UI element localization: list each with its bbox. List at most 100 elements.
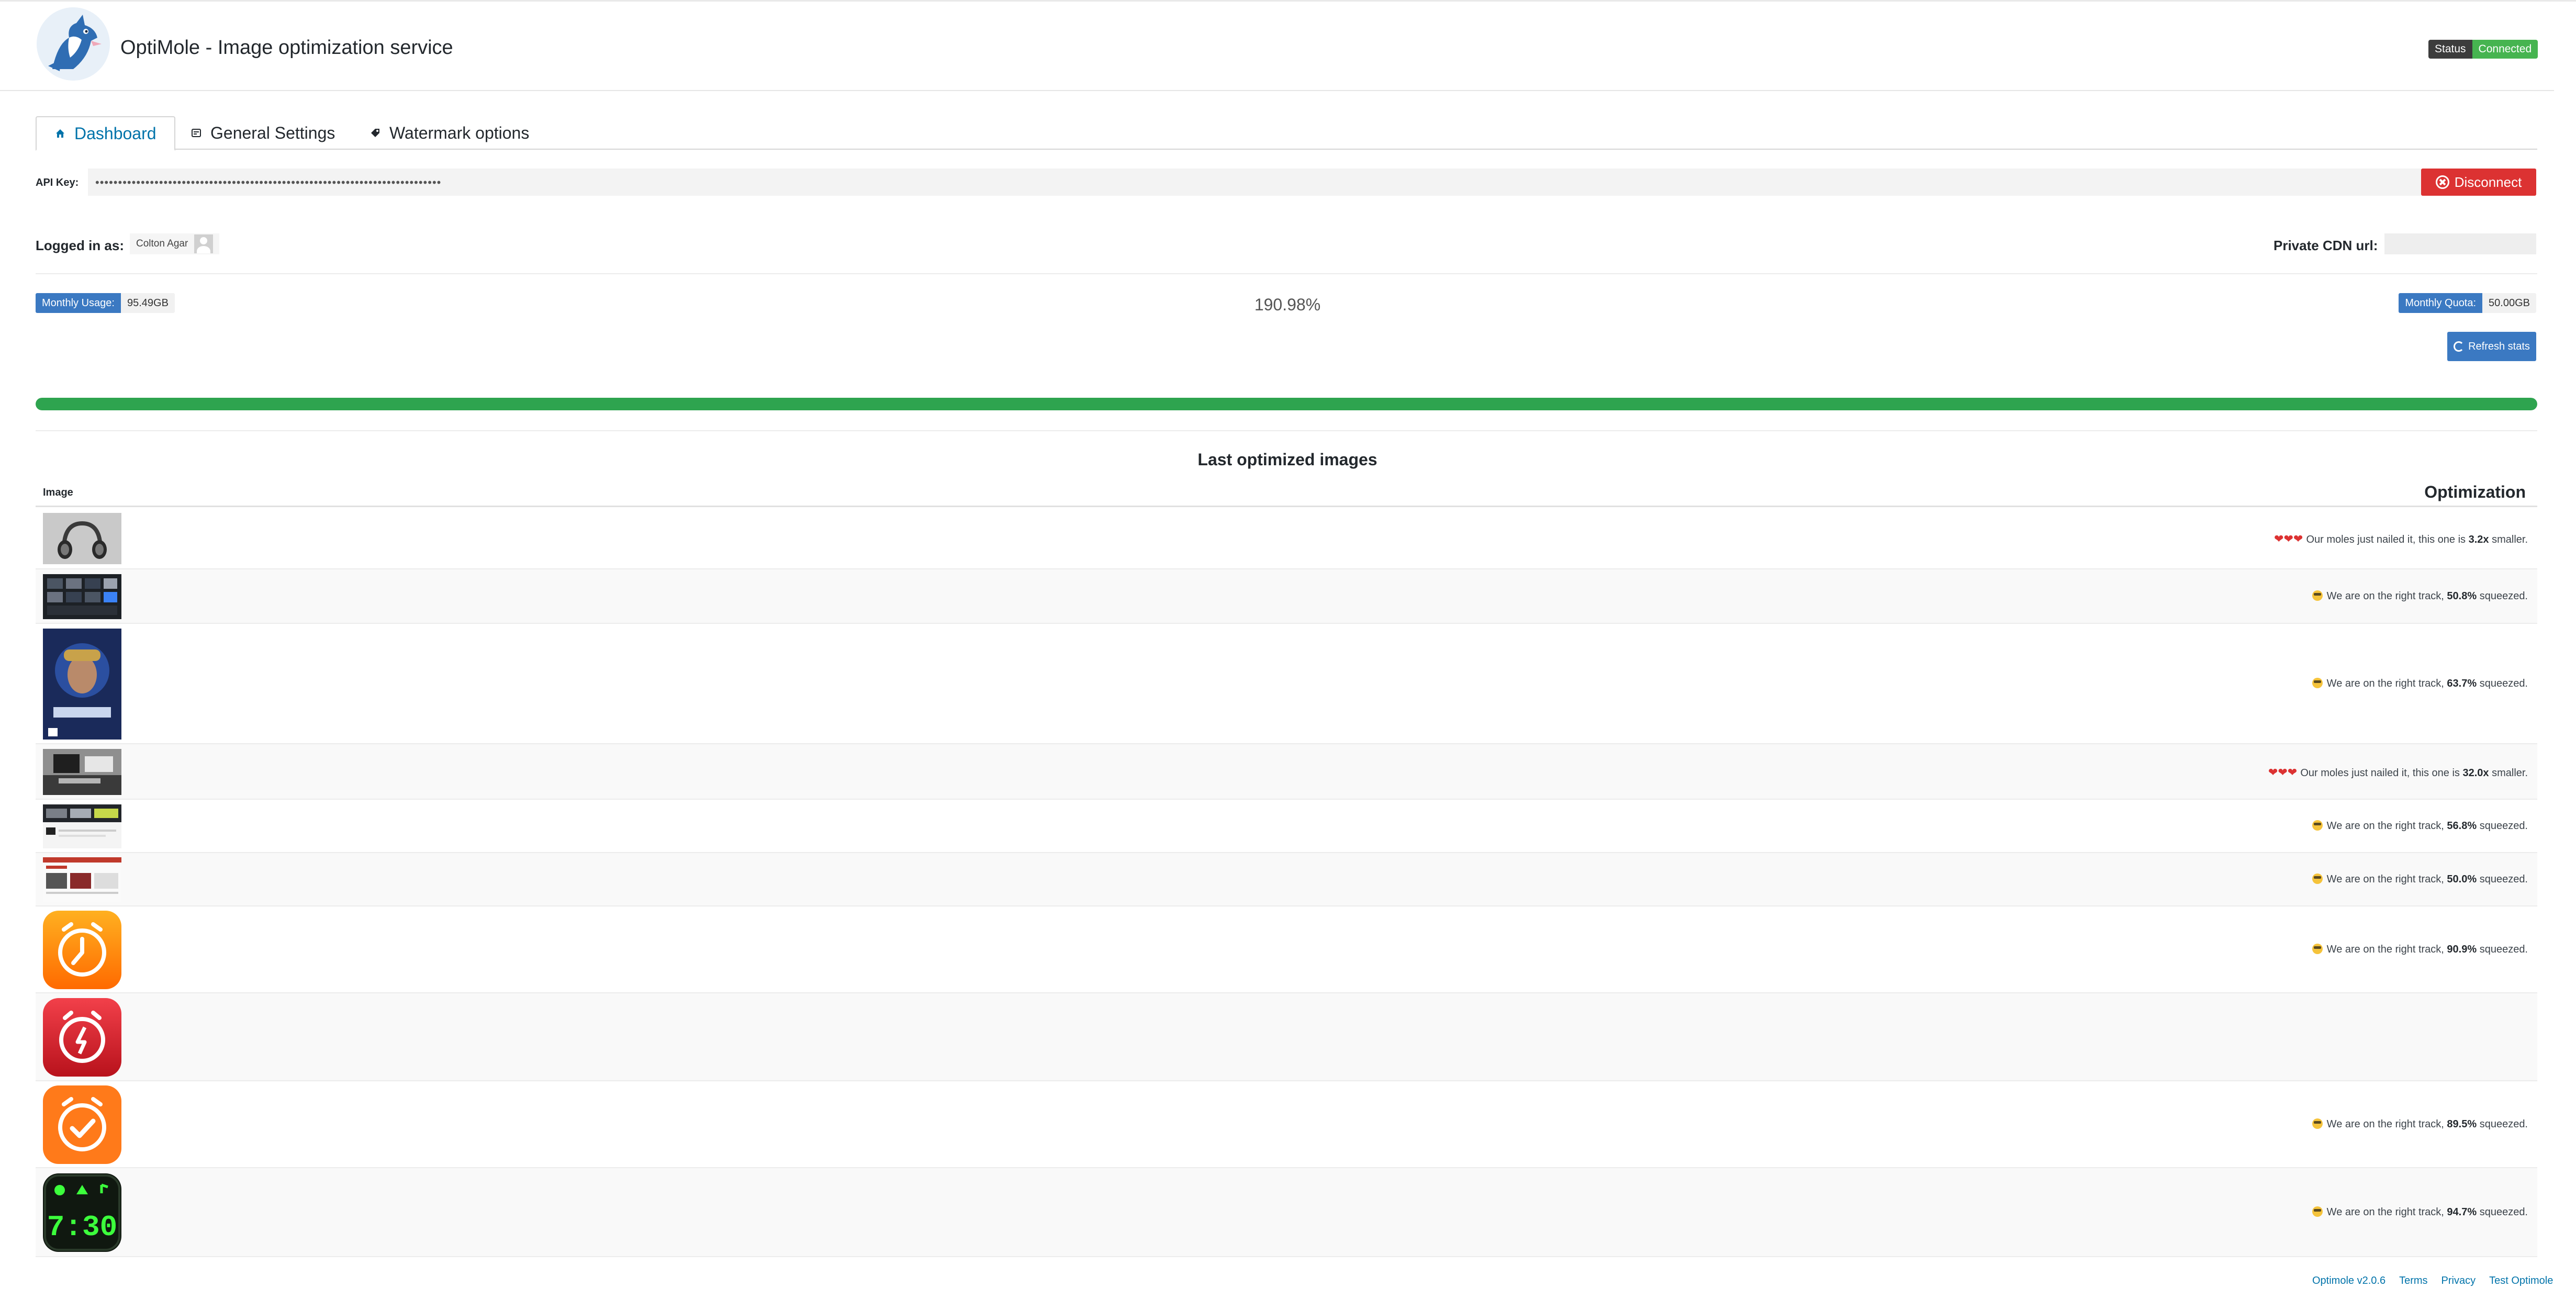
table-row: We are on the right track, 56.8% squeeze…: [36, 800, 2537, 853]
optimization-suffix: squeezed.: [2477, 1118, 2528, 1130]
table-row: We are on the right track, 63.7% squeeze…: [36, 624, 2537, 744]
tab-label: General Settings: [210, 123, 335, 142]
optimization-message: We are on the right track, 90.9% squeeze…: [2312, 944, 2528, 956]
version-link[interactable]: Optimole v2.0.6: [2312, 1275, 2385, 1287]
hearts-icon: ❤❤❤: [2274, 532, 2306, 545]
optimization-text: We are on the right track,: [2326, 820, 2447, 832]
optimization-value: 50.8%: [2447, 590, 2477, 602]
optimization-suffix: squeezed.: [2477, 944, 2528, 955]
test-optimole-link[interactable]: Test Optimole: [2489, 1275, 2553, 1287]
table-row: We are on the right track, 90.9% squeeze…: [36, 906, 2537, 993]
status-label: Status: [2428, 40, 2472, 59]
optimization-message: We are on the right track, 63.7% squeeze…: [2312, 678, 2528, 690]
digital-clock-app-icon-thumbnail: 7:30: [43, 1173, 121, 1252]
table-row: 7:30 We are on the right track, 94.7% squ…: [36, 1168, 2537, 1257]
avatar: [194, 234, 214, 253]
home-icon: [56, 129, 64, 138]
optimization-message: We are on the right track, 50.0% squeeze…: [2312, 874, 2528, 886]
last-optimized-title: Last optimized images: [1197, 450, 1377, 469]
optimization-value: 89.5%: [2447, 1118, 2477, 1130]
refresh-icon: [2454, 341, 2465, 352]
logged-in-label: Logged in as:: [36, 238, 124, 253]
optimization-suffix: smaller.: [2489, 767, 2528, 779]
monthly-usage-value: 95.49GB: [120, 293, 175, 313]
orange-check-alarm-icon-thumbnail: [43, 1085, 121, 1164]
optimization-text: We are on the right track,: [2326, 590, 2447, 602]
optimization-value: 56.8%: [2447, 820, 2477, 832]
sunglasses-emoji-icon: [2312, 944, 2323, 954]
privacy-link[interactable]: Privacy: [2441, 1275, 2476, 1287]
hearts-icon: ❤❤❤: [2268, 766, 2301, 779]
tab-label: Dashboard: [74, 124, 156, 143]
header-divider: [0, 90, 2554, 91]
starcraft-cover-thumbnail: [43, 629, 121, 740]
footer-links: Optimole v2.0.6 Terms Privacy Test Optim…: [2312, 1275, 2553, 1287]
user-name: Colton Agar: [136, 238, 188, 249]
close-circle-icon: [2435, 175, 2449, 189]
table-row: ❤❤❤ Our moles just nailed it, this one i…: [36, 744, 2537, 800]
refresh-stats-button[interactable]: Refresh stats: [2447, 332, 2536, 361]
disconnect-button[interactable]: Disconnect: [2421, 169, 2536, 196]
tab-dashboard[interactable]: Dashboard: [36, 116, 175, 151]
optimization-value: 94.7%: [2447, 1206, 2477, 1218]
optimization-text: We are on the right track,: [2326, 1118, 2447, 1130]
table-row: We are on the right track, 89.5% squeeze…: [36, 1081, 2537, 1168]
usage-progress-bar: [36, 398, 2537, 410]
tab-general-settings[interactable]: General Settings: [173, 116, 353, 150]
optimization-message: ❤❤❤ Our moles just nailed it, this one i…: [2274, 532, 2528, 546]
red-web-screenshot-thumbnail: [43, 857, 121, 902]
monthly-quota-value: 50.00GB: [2482, 293, 2536, 313]
terms-link[interactable]: Terms: [2399, 1275, 2427, 1287]
tab-watermark-options[interactable]: Watermark options: [352, 116, 547, 150]
optimization-value: 50.0%: [2447, 874, 2477, 885]
refresh-label: Refresh stats: [2468, 340, 2530, 352]
optimization-message: ❤❤❤ Our moles just nailed it, this one i…: [2268, 766, 2528, 779]
table-row: We are on the right track, 50.8% squeeze…: [36, 569, 2537, 624]
web-screenshot-thumbnail: [43, 804, 121, 848]
optimization-value: 32.0x: [2462, 767, 2489, 779]
optimization-text: We are on the right track,: [2326, 678, 2447, 689]
monthly-usage-badge: Monthly Usage: 95.49GB: [36, 293, 175, 313]
optimization-text: We are on the right track,: [2326, 944, 2447, 955]
usage-percent: 190.98%: [1254, 295, 1321, 314]
red-alarm-app-icon-thumbnail: [43, 998, 121, 1077]
optimization-suffix: squeezed.: [2477, 1206, 2528, 1218]
optimole-logo: [37, 7, 110, 81]
optimization-text: Our moles just nailed it, this one is: [2306, 534, 2469, 545]
optimization-suffix: squeezed.: [2477, 874, 2528, 885]
monthly-quota-badge: Monthly Quota: 50.00GB: [2399, 293, 2536, 313]
dark-screenshot-thumbnail: [43, 574, 121, 619]
orange-clock-app-icon-thumbnail: [43, 911, 121, 989]
table-row: We are on the right track, 50.0% squeeze…: [36, 853, 2537, 906]
optimization-value: 63.7%: [2447, 678, 2477, 689]
private-cdn-label: Private CDN url:: [2273, 238, 2378, 253]
column-header-image: Image: [43, 487, 73, 498]
status-value: Connected: [2472, 40, 2538, 59]
sunglasses-emoji-icon: [2312, 874, 2323, 884]
table-row: [36, 993, 2537, 1081]
column-header-optimization: Optimization: [2424, 483, 2526, 501]
user-chip: Colton Agar: [130, 233, 220, 254]
optimization-text: We are on the right track,: [2326, 1206, 2447, 1218]
private-cdn-field: [2384, 233, 2536, 254]
optimization-text: Our moles just nailed it, this one is: [2300, 767, 2463, 779]
disconnect-label: Disconnect: [2454, 174, 2522, 190]
tab-label: Watermark options: [389, 123, 530, 142]
section-divider: [36, 430, 2537, 431]
status-badge: Status Connected: [2428, 40, 2538, 59]
settings-icon: [192, 129, 201, 137]
sunglasses-emoji-icon: [2312, 1118, 2323, 1129]
section-divider: [36, 273, 2537, 274]
table-row: ❤❤❤ Our moles just nailed it, this one i…: [36, 508, 2537, 569]
optimization-suffix: squeezed.: [2477, 820, 2528, 832]
monthly-usage-label: Monthly Usage:: [36, 293, 121, 313]
svg-text:7:30: 7:30: [47, 1211, 117, 1244]
optimization-message: We are on the right track, 56.8% squeeze…: [2312, 820, 2528, 832]
optimization-suffix: squeezed.: [2477, 590, 2528, 602]
sunglasses-emoji-icon: [2312, 1206, 2323, 1217]
usage-progress-fill: [36, 398, 2537, 410]
api-key-field[interactable]: ••••••••••••••••••••••••••••••••••••••••…: [88, 169, 2421, 196]
optimization-value: 90.9%: [2447, 944, 2477, 955]
optimization-text: We are on the right track,: [2326, 874, 2447, 885]
optimization-message: We are on the right track, 89.5% squeeze…: [2312, 1118, 2528, 1130]
